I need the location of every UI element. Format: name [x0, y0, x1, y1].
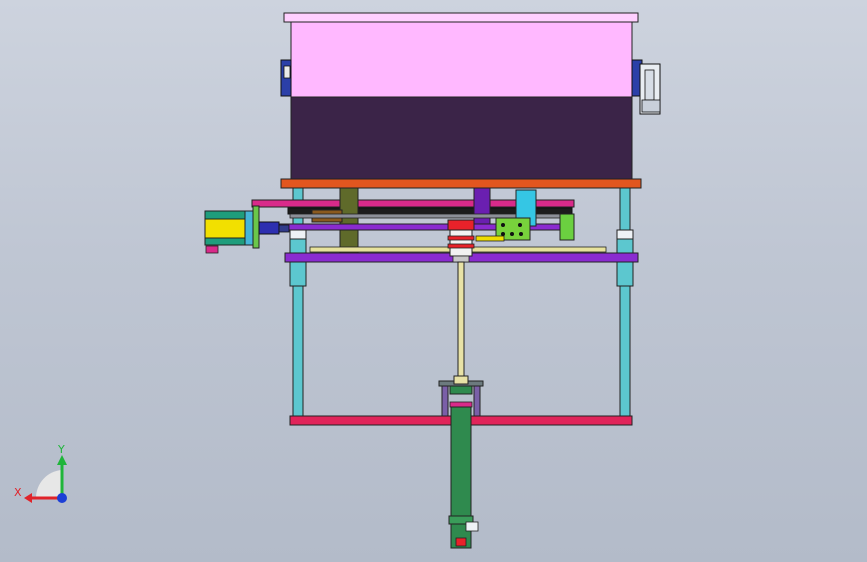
bolt	[519, 232, 523, 236]
column-nut	[289, 229, 307, 240]
coupler-band	[447, 235, 475, 241]
column-collar	[289, 261, 307, 287]
olive-post[interactable]	[339, 187, 359, 255]
motor-connector	[205, 245, 219, 254]
cad-viewport[interactable]: Y X	[0, 0, 867, 562]
stepper-motor[interactable]	[204, 205, 290, 254]
column-collar	[289, 238, 307, 254]
motor-coupling[interactable]	[258, 221, 280, 235]
hopper-assembly[interactable]	[280, 12, 661, 180]
lime-block[interactable]	[559, 213, 575, 241]
rod-end	[453, 375, 469, 385]
y-axis-head	[57, 455, 67, 465]
piston-rod[interactable]	[457, 261, 465, 383]
bolt	[518, 223, 522, 227]
purple-slider[interactable]	[473, 187, 491, 225]
hopper-lower-body[interactable]	[290, 96, 633, 180]
x-axis-label: X	[14, 486, 22, 499]
cylinder-barrel[interactable]	[450, 406, 472, 528]
coupler-band	[447, 243, 475, 249]
sensor-bracket	[465, 521, 479, 532]
column-collar	[616, 238, 634, 254]
motor-mount-plate	[252, 205, 260, 249]
motor-flange	[244, 210, 254, 246]
hopper-upper-body[interactable]	[290, 21, 633, 99]
air-cylinder[interactable]	[438, 375, 484, 549]
bolt	[510, 232, 514, 236]
motor-bottom-cap	[204, 237, 252, 246]
cylinder-cap	[449, 385, 473, 395]
column-right-lower[interactable]	[619, 285, 631, 417]
coupler-body[interactable]	[449, 229, 473, 257]
left-bracket-plate	[283, 65, 291, 79]
center-coupler[interactable]	[447, 219, 475, 263]
cylinder-mount-left	[441, 385, 449, 417]
assembly-drawing[interactable]: Y X	[0, 0, 867, 562]
mounting-plate[interactable]	[280, 178, 642, 189]
bolt	[501, 223, 505, 227]
triad-quadrant	[35, 470, 62, 498]
coupler-head[interactable]	[447, 219, 475, 231]
air-fitting[interactable]	[455, 537, 467, 547]
z-axis-dot	[57, 493, 67, 503]
cylinder-mount-right	[473, 385, 481, 417]
column-collar	[616, 261, 634, 287]
column-nut	[616, 229, 634, 240]
y-axis-label: Y	[57, 443, 65, 456]
right-latch[interactable]	[631, 59, 661, 115]
coupling-nut	[278, 224, 290, 233]
cylinder-band	[449, 401, 473, 408]
hopper-lid[interactable]	[283, 12, 639, 23]
motor-top-cap	[204, 210, 252, 220]
coordinate-triad: Y X	[14, 443, 67, 503]
column-right-upper[interactable]	[619, 187, 631, 237]
bolt	[501, 232, 505, 236]
yellow-strip	[475, 235, 505, 242]
coupler-base	[452, 255, 470, 263]
column-left-lower[interactable]	[292, 285, 304, 417]
x-axis-head	[24, 493, 32, 503]
